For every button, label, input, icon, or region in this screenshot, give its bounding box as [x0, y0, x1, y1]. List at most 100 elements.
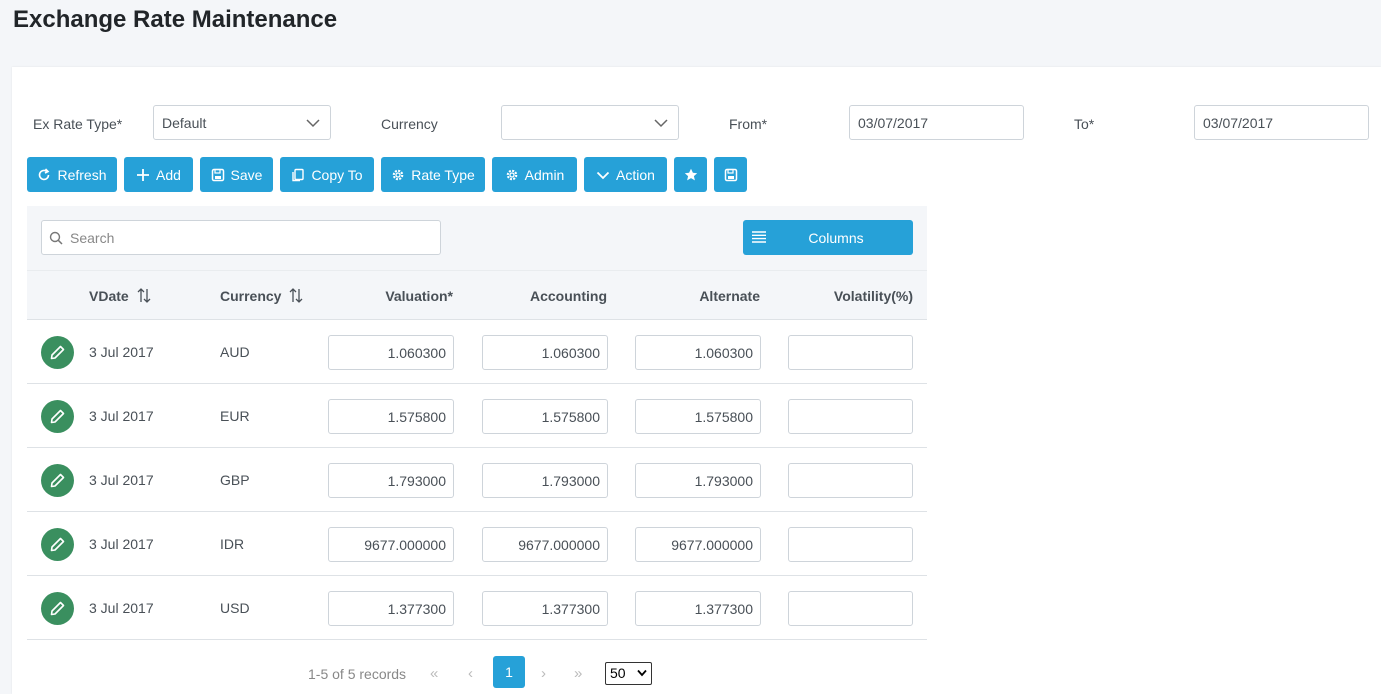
table-row: 3 Jul 2017 AUD 1.060300 1.060300 1.06030… [27, 320, 927, 384]
edit-row-button[interactable] [41, 528, 74, 561]
ex-rate-type-value: Default [162, 115, 207, 131]
chevron-down-icon [654, 119, 668, 128]
save-button[interactable]: Save [200, 157, 273, 192]
header-currency[interactable]: Currency [220, 288, 303, 304]
valuation-input[interactable]: 1.575800 [328, 399, 454, 434]
grid-header: VDate Currency Valuation* Accounting Alt… [27, 270, 927, 320]
header-currency-label: Currency [220, 288, 282, 304]
accounting-input[interactable]: 1.377300 [482, 591, 608, 626]
prev-page-button[interactable]: ‹ [468, 665, 473, 682]
edit-row-button[interactable] [41, 400, 74, 433]
volatility-input[interactable] [788, 335, 913, 370]
edit-row-button[interactable] [41, 336, 74, 369]
sort-icon [289, 288, 303, 303]
cell-currency: USD [220, 600, 250, 616]
star-icon [684, 168, 697, 180]
save-layout-button[interactable] [714, 157, 747, 192]
admin-button[interactable]: Admin [492, 157, 577, 192]
current-page-button[interactable]: 1 [493, 656, 525, 688]
plus-icon [137, 168, 150, 181]
search-icon [49, 231, 63, 245]
table-row: 3 Jul 2017 USD 1.377300 1.377300 1.37730… [27, 576, 927, 640]
pencil-icon [50, 345, 65, 360]
refresh-icon [39, 167, 50, 180]
last-page-button[interactable]: » [574, 665, 582, 682]
volatility-input[interactable] [788, 591, 913, 626]
ex-rate-type-label: Ex Rate Type* [33, 116, 123, 132]
alternate-input[interactable]: 1.793000 [635, 463, 761, 498]
valuation-input[interactable]: 1.793000 [328, 463, 454, 498]
grid-toolbar: Search Columns [27, 206, 927, 270]
pencil-icon [50, 537, 65, 552]
volatility-input[interactable] [788, 527, 913, 562]
add-button-label: Add [156, 166, 181, 183]
ex-rate-type-select[interactable]: Default [153, 105, 331, 140]
valuation-input[interactable]: 1.377300 [328, 591, 454, 626]
alternate-input[interactable]: 1.060300 [635, 335, 761, 370]
accounting-input[interactable]: 1.575800 [482, 399, 608, 434]
copy-to-button[interactable]: Copy To [280, 157, 374, 192]
cell-currency: EUR [220, 408, 250, 424]
rate-type-button[interactable]: Rate Type [381, 157, 485, 192]
chevron-down-icon [596, 171, 610, 179]
exchange-rate-grid: Search Columns VDate Currency Valuation*… [27, 206, 927, 694]
valuation-input[interactable]: 9677.000000 [328, 527, 454, 562]
pencil-icon [50, 409, 65, 424]
accounting-input[interactable]: 1.060300 [482, 335, 608, 370]
cell-vdate: 3 Jul 2017 [89, 536, 154, 552]
cell-currency: GBP [220, 472, 250, 488]
to-date-value: 03/07/2017 [1203, 115, 1274, 131]
search-placeholder: Search [70, 230, 115, 246]
columns-button[interactable]: Columns [743, 220, 913, 255]
cell-vdate: 3 Jul 2017 [89, 408, 154, 424]
header-accounting[interactable]: Accounting [530, 288, 607, 304]
pager: 1-5 of 5 records « ‹ 1 › » 50 [27, 656, 927, 694]
search-input[interactable]: Search [41, 220, 441, 255]
chevron-down-icon [637, 669, 647, 677]
accounting-input[interactable]: 1.793000 [482, 463, 608, 498]
table-row: 3 Jul 2017 EUR 1.575800 1.575800 1.57580… [27, 384, 927, 448]
copy-to-button-label: Copy To [311, 166, 363, 183]
alternate-input[interactable]: 1.377300 [635, 591, 761, 626]
from-date-input[interactable]: 03/07/2017 [849, 105, 1024, 140]
gear-icon [392, 169, 404, 180]
add-button[interactable]: Add [124, 157, 193, 192]
valuation-input[interactable]: 1.060300 [328, 335, 454, 370]
page-size-select[interactable]: 50 [605, 662, 652, 685]
currency-select[interactable] [501, 105, 679, 140]
page-title: Exchange Rate Maintenance [13, 6, 338, 33]
save-button-label: Save [230, 166, 263, 183]
table-row: 3 Jul 2017 GBP 1.793000 1.793000 1.79300… [27, 448, 927, 512]
favorite-button[interactable] [674, 157, 707, 192]
cell-currency: IDR [220, 536, 245, 552]
cell-vdate: 3 Jul 2017 [89, 344, 154, 360]
cell-vdate: 3 Jul 2017 [89, 472, 154, 488]
floppy-icon [724, 168, 737, 181]
alternate-input[interactable]: 9677.000000 [635, 527, 761, 562]
header-valuation[interactable]: Valuation* [385, 288, 453, 304]
currency-label: Currency [381, 116, 438, 132]
copy-icon [292, 168, 305, 181]
chevron-down-icon [306, 119, 320, 128]
first-page-button[interactable]: « [430, 665, 438, 682]
edit-row-button[interactable] [41, 592, 74, 625]
volatility-input[interactable] [788, 463, 913, 498]
volatility-input[interactable] [788, 399, 913, 434]
action-button[interactable]: Action [584, 157, 667, 192]
header-alternate[interactable]: Alternate [699, 288, 760, 304]
to-date-input[interactable]: 03/07/2017 [1194, 105, 1369, 140]
pencil-icon [50, 601, 65, 616]
edit-row-button[interactable] [41, 464, 74, 497]
gear-icon [506, 169, 517, 180]
next-page-button[interactable]: › [541, 665, 546, 682]
table-row: 3 Jul 2017 IDR 9677.000000 9677.000000 9… [27, 512, 927, 576]
refresh-button[interactable]: Refresh [27, 157, 117, 192]
refresh-button-label: Refresh [57, 166, 107, 183]
header-vdate[interactable]: VDate [89, 288, 151, 304]
accounting-input[interactable]: 9677.000000 [482, 527, 608, 562]
alternate-input[interactable]: 1.575800 [635, 399, 761, 434]
action-button-label: Action [616, 166, 655, 183]
page-size-value: 50 [610, 665, 626, 681]
sort-icon [137, 288, 151, 303]
header-volatility[interactable]: Volatility(%) [834, 288, 913, 304]
